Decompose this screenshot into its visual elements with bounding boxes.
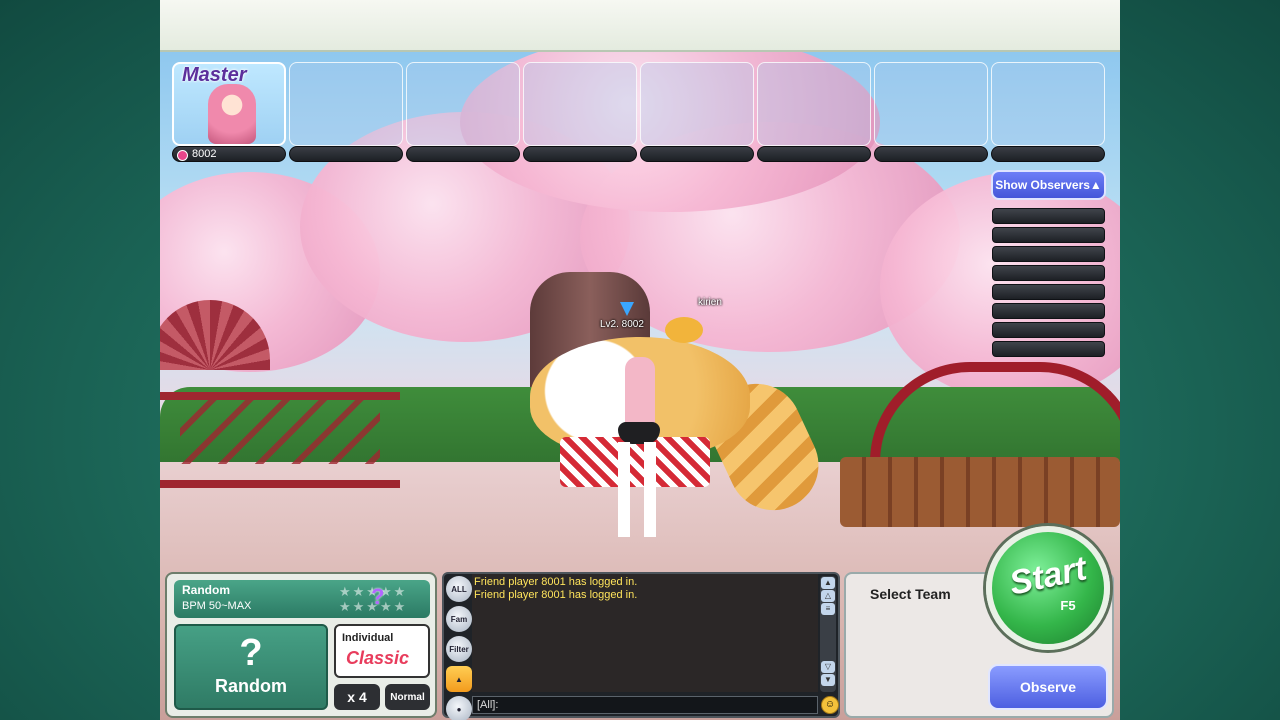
mode-type: Individual: [342, 632, 394, 644]
window-top-bar: [160, 0, 1120, 52]
game-mode-button[interactable]: Individual Classic: [334, 624, 430, 678]
player-slot-1[interactable]: Master 8002: [172, 62, 286, 166]
player-skirt: [618, 422, 660, 444]
observe-button[interactable]: Observe: [988, 664, 1108, 710]
pet-name-label: kirien: [698, 297, 722, 308]
slot-name-bar: [874, 146, 988, 162]
player-slots: Master 8002: [172, 62, 1108, 166]
game-window: Lv2. 8002 kirien Master 8002 Show Observ…: [160, 0, 1120, 720]
song-title: Random: [182, 583, 230, 597]
player-slot-4[interactable]: [523, 62, 637, 166]
player-slot-8[interactable]: [991, 62, 1105, 166]
slot-card: [640, 62, 754, 146]
scroll-thumb[interactable]: ≡: [821, 603, 835, 615]
slot-name-bar: [523, 146, 637, 162]
pet-icon: [665, 317, 703, 343]
random-song-button[interactable]: ? Random: [174, 624, 328, 710]
slot-name-bar: [172, 146, 286, 162]
player-slot-3[interactable]: [406, 62, 520, 166]
observer-slot[interactable]: [992, 246, 1105, 262]
wooden-log-fence: [840, 457, 1120, 527]
scroll-down-icon[interactable]: ▽: [821, 661, 835, 673]
slot-name-bar: [640, 146, 754, 162]
player-slot-7[interactable]: [874, 62, 988, 166]
score-dot-icon: [177, 150, 188, 161]
slot-name-bar: [406, 146, 520, 162]
mode-name: Classic: [346, 648, 410, 668]
random-label: Random: [215, 676, 287, 696]
observer-slot[interactable]: [992, 265, 1105, 281]
slot-name-bar: [991, 146, 1105, 162]
difficulty-button[interactable]: Normal: [385, 684, 430, 710]
scroll-top-icon[interactable]: ▲: [821, 577, 835, 589]
slot-score: 8002: [192, 148, 217, 160]
observer-slot[interactable]: [992, 341, 1105, 357]
chat-tab-all[interactable]: ALL: [446, 576, 472, 602]
emoji-icon[interactable]: ☺: [821, 696, 839, 714]
slot-card: [523, 62, 637, 146]
chat-tab-fam[interactable]: Fam: [446, 606, 472, 632]
player-legs: [610, 442, 666, 537]
observer-slot[interactable]: [992, 322, 1105, 338]
scroll-bottom-icon[interactable]: ▼: [821, 674, 835, 686]
speed-multiplier-button[interactable]: x 4: [334, 684, 380, 710]
observer-slot[interactable]: [992, 284, 1105, 300]
chat-bubble-icon[interactable]: ●: [446, 696, 472, 720]
question-icon: ?: [239, 632, 263, 674]
chat-tabs: ALL Fam Filter ▲ ●: [446, 576, 472, 720]
chat-warning-icon[interactable]: ▲: [446, 666, 472, 692]
red-bridge: [870, 362, 1120, 462]
chat-message: Friend player 8001 has logged in.: [474, 576, 638, 588]
slot-card: [289, 62, 403, 146]
start-button[interactable]: Start F5: [986, 526, 1110, 650]
slot-card: [991, 62, 1105, 146]
player-slot-2[interactable]: [289, 62, 403, 166]
chat-log: Friend player 8001 has logged in. Friend…: [472, 574, 818, 692]
slot-name-bar: [289, 146, 403, 162]
avatar: [208, 84, 256, 144]
player-marker-icon: [620, 302, 634, 316]
observer-slot[interactable]: [992, 208, 1105, 224]
observer-slot[interactable]: [992, 303, 1105, 319]
observer-list: [992, 208, 1105, 360]
show-observers-button[interactable]: Show Observers▲: [991, 170, 1106, 200]
player-slot-6[interactable]: [757, 62, 871, 166]
difficulty-question-icon: ?: [371, 584, 385, 609]
player-slot-5[interactable]: [640, 62, 754, 166]
slot-card: [874, 62, 988, 146]
chat-message: Friend player 8001 has logged in.: [474, 589, 638, 601]
slot-card: [757, 62, 871, 146]
song-bpm: BPM 50~MAX: [182, 600, 252, 612]
player-name-label: Lv2. 8002: [600, 319, 644, 330]
start-hotkey: F5: [1060, 598, 1076, 613]
slot-name-bar: [757, 146, 871, 162]
observer-slot[interactable]: [992, 227, 1105, 243]
chat-scrollbar[interactable]: ▲ △ ≡ ▽ ▼: [820, 576, 836, 692]
slot-card: [406, 62, 520, 146]
scroll-up-icon[interactable]: △: [821, 590, 835, 602]
slot-card: Master: [172, 62, 286, 146]
chat-tab-filter[interactable]: Filter: [446, 636, 472, 662]
red-fence: [160, 392, 400, 488]
start-label: Start: [1006, 549, 1090, 603]
room-scene: Lv2. 8002 kirien Master 8002 Show Observ…: [160, 52, 1120, 720]
master-badge: Master: [182, 64, 247, 86]
chat-input[interactable]: [472, 696, 818, 714]
song-select-bar[interactable]: Random BPM 50~MAX ★★★★★ ★★★★★ ?: [174, 580, 430, 618]
select-team-label[interactable]: Select Team: [870, 586, 951, 602]
song-panel: Random BPM 50~MAX ★★★★★ ★★★★★ ? ? Random…: [165, 572, 437, 718]
chat-panel: ALL Fam Filter ▲ ● Friend player 8001 ha…: [442, 572, 840, 720]
